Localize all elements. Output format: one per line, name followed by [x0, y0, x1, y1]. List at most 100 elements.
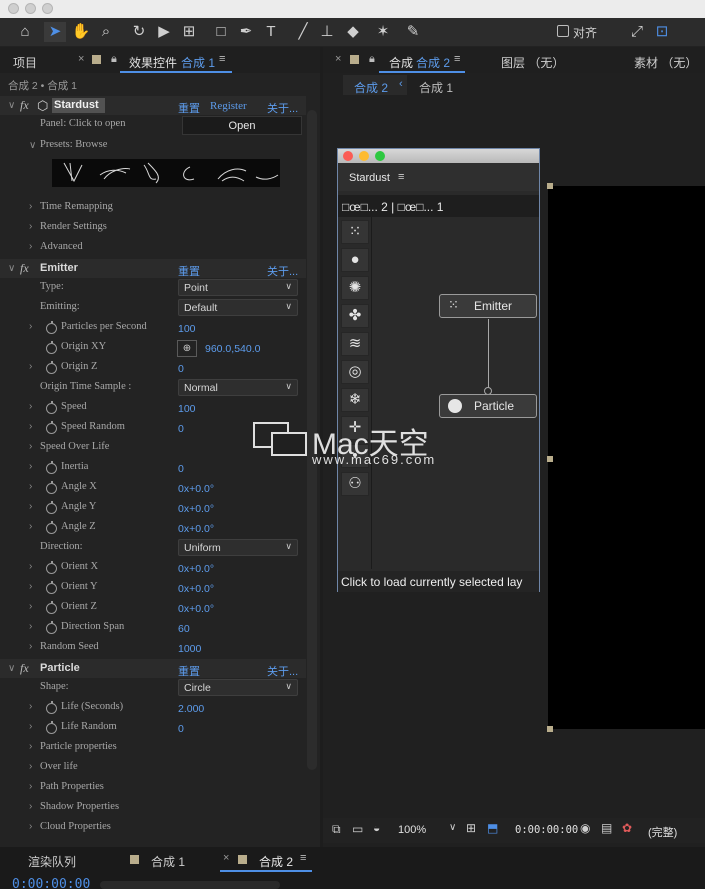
stopwatch-icon[interactable] [46, 521, 57, 534]
expand-icon[interactable]: ⤢ [626, 22, 648, 42]
zoom-tool-icon[interactable]: ⌕ [95, 22, 117, 42]
comp-breadcrumb-next[interactable]: 合成 1 [419, 79, 453, 96]
rotate-tool-icon[interactable]: ↻ [128, 22, 150, 42]
chevron-right-icon[interactable]: › [29, 581, 32, 592]
advanced-group[interactable]: Advanced [40, 241, 83, 252]
panel-menu-icon[interactable]: ≡ [219, 53, 225, 65]
particle-node-icon[interactable]: ● [341, 248, 369, 272]
emitter-about-link[interactable]: 关于... [267, 263, 298, 279]
stardust-register-link[interactable]: Register [210, 100, 247, 112]
stopwatch-icon[interactable] [46, 341, 57, 354]
viewer-timecode[interactable]: 0:00:00:00 [515, 824, 578, 836]
originxy-value[interactable]: 960.0,540.0 [205, 343, 260, 355]
align-checkbox[interactable] [557, 25, 569, 37]
show-snapshot-icon[interactable]: ▤ [601, 821, 612, 835]
anglez-value[interactable]: 0x+0.0° [178, 523, 214, 535]
lock-icon[interactable]: 🔒︎ [369, 53, 375, 66]
stopwatch-icon[interactable] [46, 701, 57, 714]
camera-tool-icon[interactable]: ▶ [153, 22, 175, 42]
layer-handle[interactable] [547, 183, 553, 189]
chevron-right-icon[interactable]: › [29, 641, 32, 652]
resolution-quality[interactable]: (完整) [648, 824, 677, 840]
close-icon[interactable]: × [78, 53, 84, 65]
open-panel-button[interactable]: Open [182, 116, 302, 135]
mask-icon[interactable]: ◒ [373, 821, 380, 835]
always-preview-icon[interactable]: ⧉ [332, 822, 341, 837]
stopwatch-icon[interactable] [46, 721, 57, 734]
cloud-properties-group[interactable]: Cloud Properties [40, 821, 111, 832]
monitor-icon[interactable]: ▭ [352, 822, 363, 836]
layer-handle[interactable] [547, 456, 553, 462]
particle-reset-link[interactable]: 重置 [178, 663, 200, 679]
snapshot-icon[interactable]: ◉ [580, 821, 590, 835]
crosshair-icon[interactable]: ⊕ [177, 340, 197, 357]
stardust-tab-title[interactable]: Stardust [349, 172, 390, 184]
orienty-value[interactable]: 0x+0.0° [178, 583, 214, 595]
chevron-right-icon[interactable]: › [29, 721, 32, 732]
panel-menu-icon[interactable]: ≡ [300, 852, 306, 864]
hand-tool-icon[interactable]: ✋ [70, 22, 92, 42]
puppet-pin-tool-icon[interactable]: ✎ [402, 22, 424, 42]
tab-layer[interactable]: 图层 （无） [501, 54, 564, 71]
fx-icon[interactable]: fx [20, 261, 29, 276]
zoom-window-button[interactable] [42, 3, 53, 14]
tab-comp2[interactable]: 合成 2 [259, 853, 293, 870]
home-icon[interactable]: ⌂ [14, 22, 36, 42]
dirspan-value[interactable]: 60 [178, 623, 190, 635]
emitter-node-icon[interactable]: ⁙ [341, 220, 369, 244]
type-select[interactable]: Point ∨ [178, 279, 298, 296]
stopwatch-icon[interactable] [46, 461, 57, 474]
over-life-group[interactable]: Over life [40, 761, 78, 772]
rings-node-icon[interactable]: ◎ [341, 360, 369, 384]
liferand-value[interactable]: 0 [178, 723, 184, 735]
waves-node-icon[interactable]: ≋ [341, 332, 369, 356]
collapse-icon[interactable]: ∨ [8, 663, 15, 674]
collapse-icon[interactable]: ∨ [8, 263, 15, 274]
stopwatch-icon[interactable] [46, 561, 57, 574]
comp-breadcrumb-active[interactable]: 合成 2 [354, 79, 388, 96]
tab-project[interactable]: 项目 [13, 54, 37, 71]
close-icon[interactable]: × [223, 852, 229, 864]
minimize-window-button[interactable] [359, 151, 369, 161]
close-icon[interactable]: × [335, 53, 341, 65]
chevron-right-icon[interactable]: › [29, 321, 32, 332]
fx-icon[interactable]: fx [20, 661, 29, 676]
speedover-group[interactable]: Speed Over Life [40, 441, 109, 452]
stardust-reset-link[interactable]: 重置 [178, 100, 200, 116]
stardust-window-titlebar[interactable] [338, 149, 539, 163]
time-remapping-group[interactable]: Time Remapping [40, 201, 113, 212]
particle-node[interactable]: Particle [439, 394, 537, 418]
stopwatch-icon[interactable] [46, 401, 57, 414]
stopwatch-icon[interactable] [46, 421, 57, 434]
color-channels-icon[interactable]: ✿ [622, 821, 632, 835]
clone-stamp-tool-icon[interactable]: ⊥ [316, 22, 338, 42]
burst-node-icon[interactable]: ✺ [341, 276, 369, 300]
stopwatch-icon[interactable] [46, 481, 57, 494]
chevron-right-icon[interactable]: › [29, 501, 32, 512]
originz-value[interactable]: 0 [178, 363, 184, 375]
tab-footage[interactable]: 素材 （无） [634, 54, 697, 71]
stopwatch-icon[interactable] [46, 621, 57, 634]
tab-effect-controls-comp[interactable]: 合成 1 [181, 54, 215, 71]
chevron-right-icon[interactable]: › [29, 761, 32, 772]
fx-icon[interactable]: fx [20, 98, 29, 113]
render-settings-group[interactable]: Render Settings [40, 221, 107, 232]
text-tool-icon[interactable]: T [260, 22, 282, 42]
stardust-footer[interactable]: Click to load currently selected lay [338, 571, 539, 592]
chevron-right-icon[interactable]: › [29, 701, 32, 712]
anglex-value[interactable]: 0x+0.0° [178, 483, 214, 495]
panel-menu-icon[interactable]: ≡ [454, 53, 460, 65]
stopwatch-icon[interactable] [46, 601, 57, 614]
selection-tool-icon[interactable]: ➤ [44, 22, 66, 42]
grid-icon[interactable]: ⊞ [466, 821, 476, 835]
stopwatch-icon[interactable] [46, 361, 57, 374]
chevron-right-icon[interactable]: › [29, 621, 32, 632]
close-window-button[interactable] [343, 151, 353, 161]
chevron-right-icon[interactable]: › [29, 741, 32, 752]
stopwatch-icon[interactable] [46, 321, 57, 334]
layer-handle[interactable] [547, 726, 553, 732]
chevron-right-icon[interactable]: › [29, 421, 32, 432]
seed-value[interactable]: 1000 [178, 643, 201, 655]
particle-about-link[interactable]: 关于... [267, 663, 298, 679]
presets-chevron-icon[interactable]: ∨ [29, 140, 36, 151]
